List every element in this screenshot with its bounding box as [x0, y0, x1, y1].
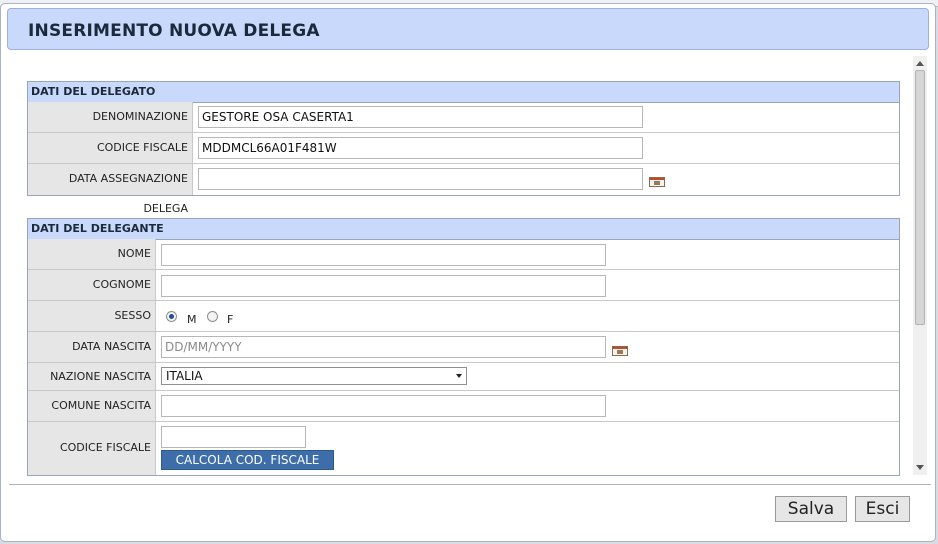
codice-fiscale-delegato-input[interactable]	[198, 137, 643, 159]
data-nascita-label: DATA NASCITA	[28, 332, 156, 362]
sesso-f-radio[interactable]	[207, 311, 218, 322]
nazione-nascita-row: NAZIONE NASCITA ITALIA	[28, 363, 899, 391]
delegato-header: DATI DEL DELEGATO	[28, 82, 899, 103]
dropdown-arrow-icon	[456, 374, 462, 378]
comune-nascita-row: COMUNE NASCITA	[28, 391, 899, 422]
codice-fiscale-delegante-label: CODICE FISCALE	[28, 422, 156, 475]
data-assegnazione-row: DATA ASSEGNAZIONE DELEGA	[28, 164, 899, 215]
dialog-title: INSERIMENTO NUOVA DELEGA	[28, 21, 320, 41]
nazione-nascita-value: ITALIA	[166, 369, 203, 383]
nome-row: NOME	[28, 239, 899, 270]
denominazione-label: DENOMINAZIONE	[28, 102, 193, 132]
cognome-input[interactable]	[161, 275, 606, 297]
codice-fiscale-delegato-row: CODICE FISCALE	[28, 133, 899, 164]
sesso-label: SESSO	[28, 301, 156, 331]
denominazione-input[interactable]	[198, 106, 643, 128]
scroll-up-icon[interactable]	[916, 61, 924, 66]
sesso-m-radio[interactable]	[166, 311, 177, 322]
data-nascita-row: DATA NASCITA	[28, 332, 899, 363]
delegato-panel: DATI DEL DELEGATO DENOMINAZIONE CODICE F…	[27, 81, 900, 215]
footer-divider	[9, 484, 931, 485]
sesso-row: SESSO M F	[28, 301, 899, 332]
data-nascita-input[interactable]	[161, 336, 606, 358]
sesso-f-label: F	[227, 313, 234, 326]
cognome-row: COGNOME	[28, 270, 899, 301]
nazione-nascita-label: NAZIONE NASCITA	[28, 363, 156, 390]
sesso-m-label: M	[187, 313, 197, 326]
exit-button[interactable]: Esci	[855, 496, 910, 522]
calcola-codice-fiscale-button[interactable]: CALCOLA COD. FISCALE	[161, 450, 334, 470]
comune-nascita-input[interactable]	[161, 395, 606, 417]
dialog-content: DATI DEL DELEGATO DENOMINAZIONE CODICE F…	[9, 54, 931, 478]
delegante-panel: DATI DEL DELEGANTE NOME COGNOME SESSO M …	[27, 218, 900, 476]
save-button[interactable]: Salva	[775, 496, 847, 522]
delegante-header: DATI DEL DELEGANTE	[28, 219, 899, 240]
scroll-down-icon[interactable]	[916, 465, 924, 470]
data-assegnazione-input[interactable]	[198, 168, 643, 190]
dialog: INSERIMENTO NUOVA DELEGA DATI DEL DELEGA…	[0, 3, 936, 542]
nome-label: NOME	[28, 239, 156, 269]
calendar-icon[interactable]	[612, 346, 628, 356]
codice-fiscale-delegante-input[interactable]	[161, 426, 306, 448]
calendar-icon[interactable]	[649, 177, 665, 187]
comune-nascita-label: COMUNE NASCITA	[28, 391, 156, 421]
cognome-label: COGNOME	[28, 270, 156, 300]
dialog-titlebar: INSERIMENTO NUOVA DELEGA	[7, 8, 929, 50]
denominazione-row: DENOMINAZIONE	[28, 102, 899, 133]
codice-fiscale-delegante-row: CODICE FISCALE CALCOLA COD. FISCALE	[28, 422, 899, 475]
data-assegnazione-label: DATA ASSEGNAZIONE DELEGA	[28, 164, 193, 215]
nome-input[interactable]	[161, 244, 606, 266]
dialog-scrollbar[interactable]	[913, 56, 927, 475]
scrollbar-thumb[interactable]	[915, 70, 925, 325]
nazione-nascita-select[interactable]: ITALIA	[161, 367, 467, 385]
codice-fiscale-delegato-label: CODICE FISCALE	[28, 133, 193, 163]
